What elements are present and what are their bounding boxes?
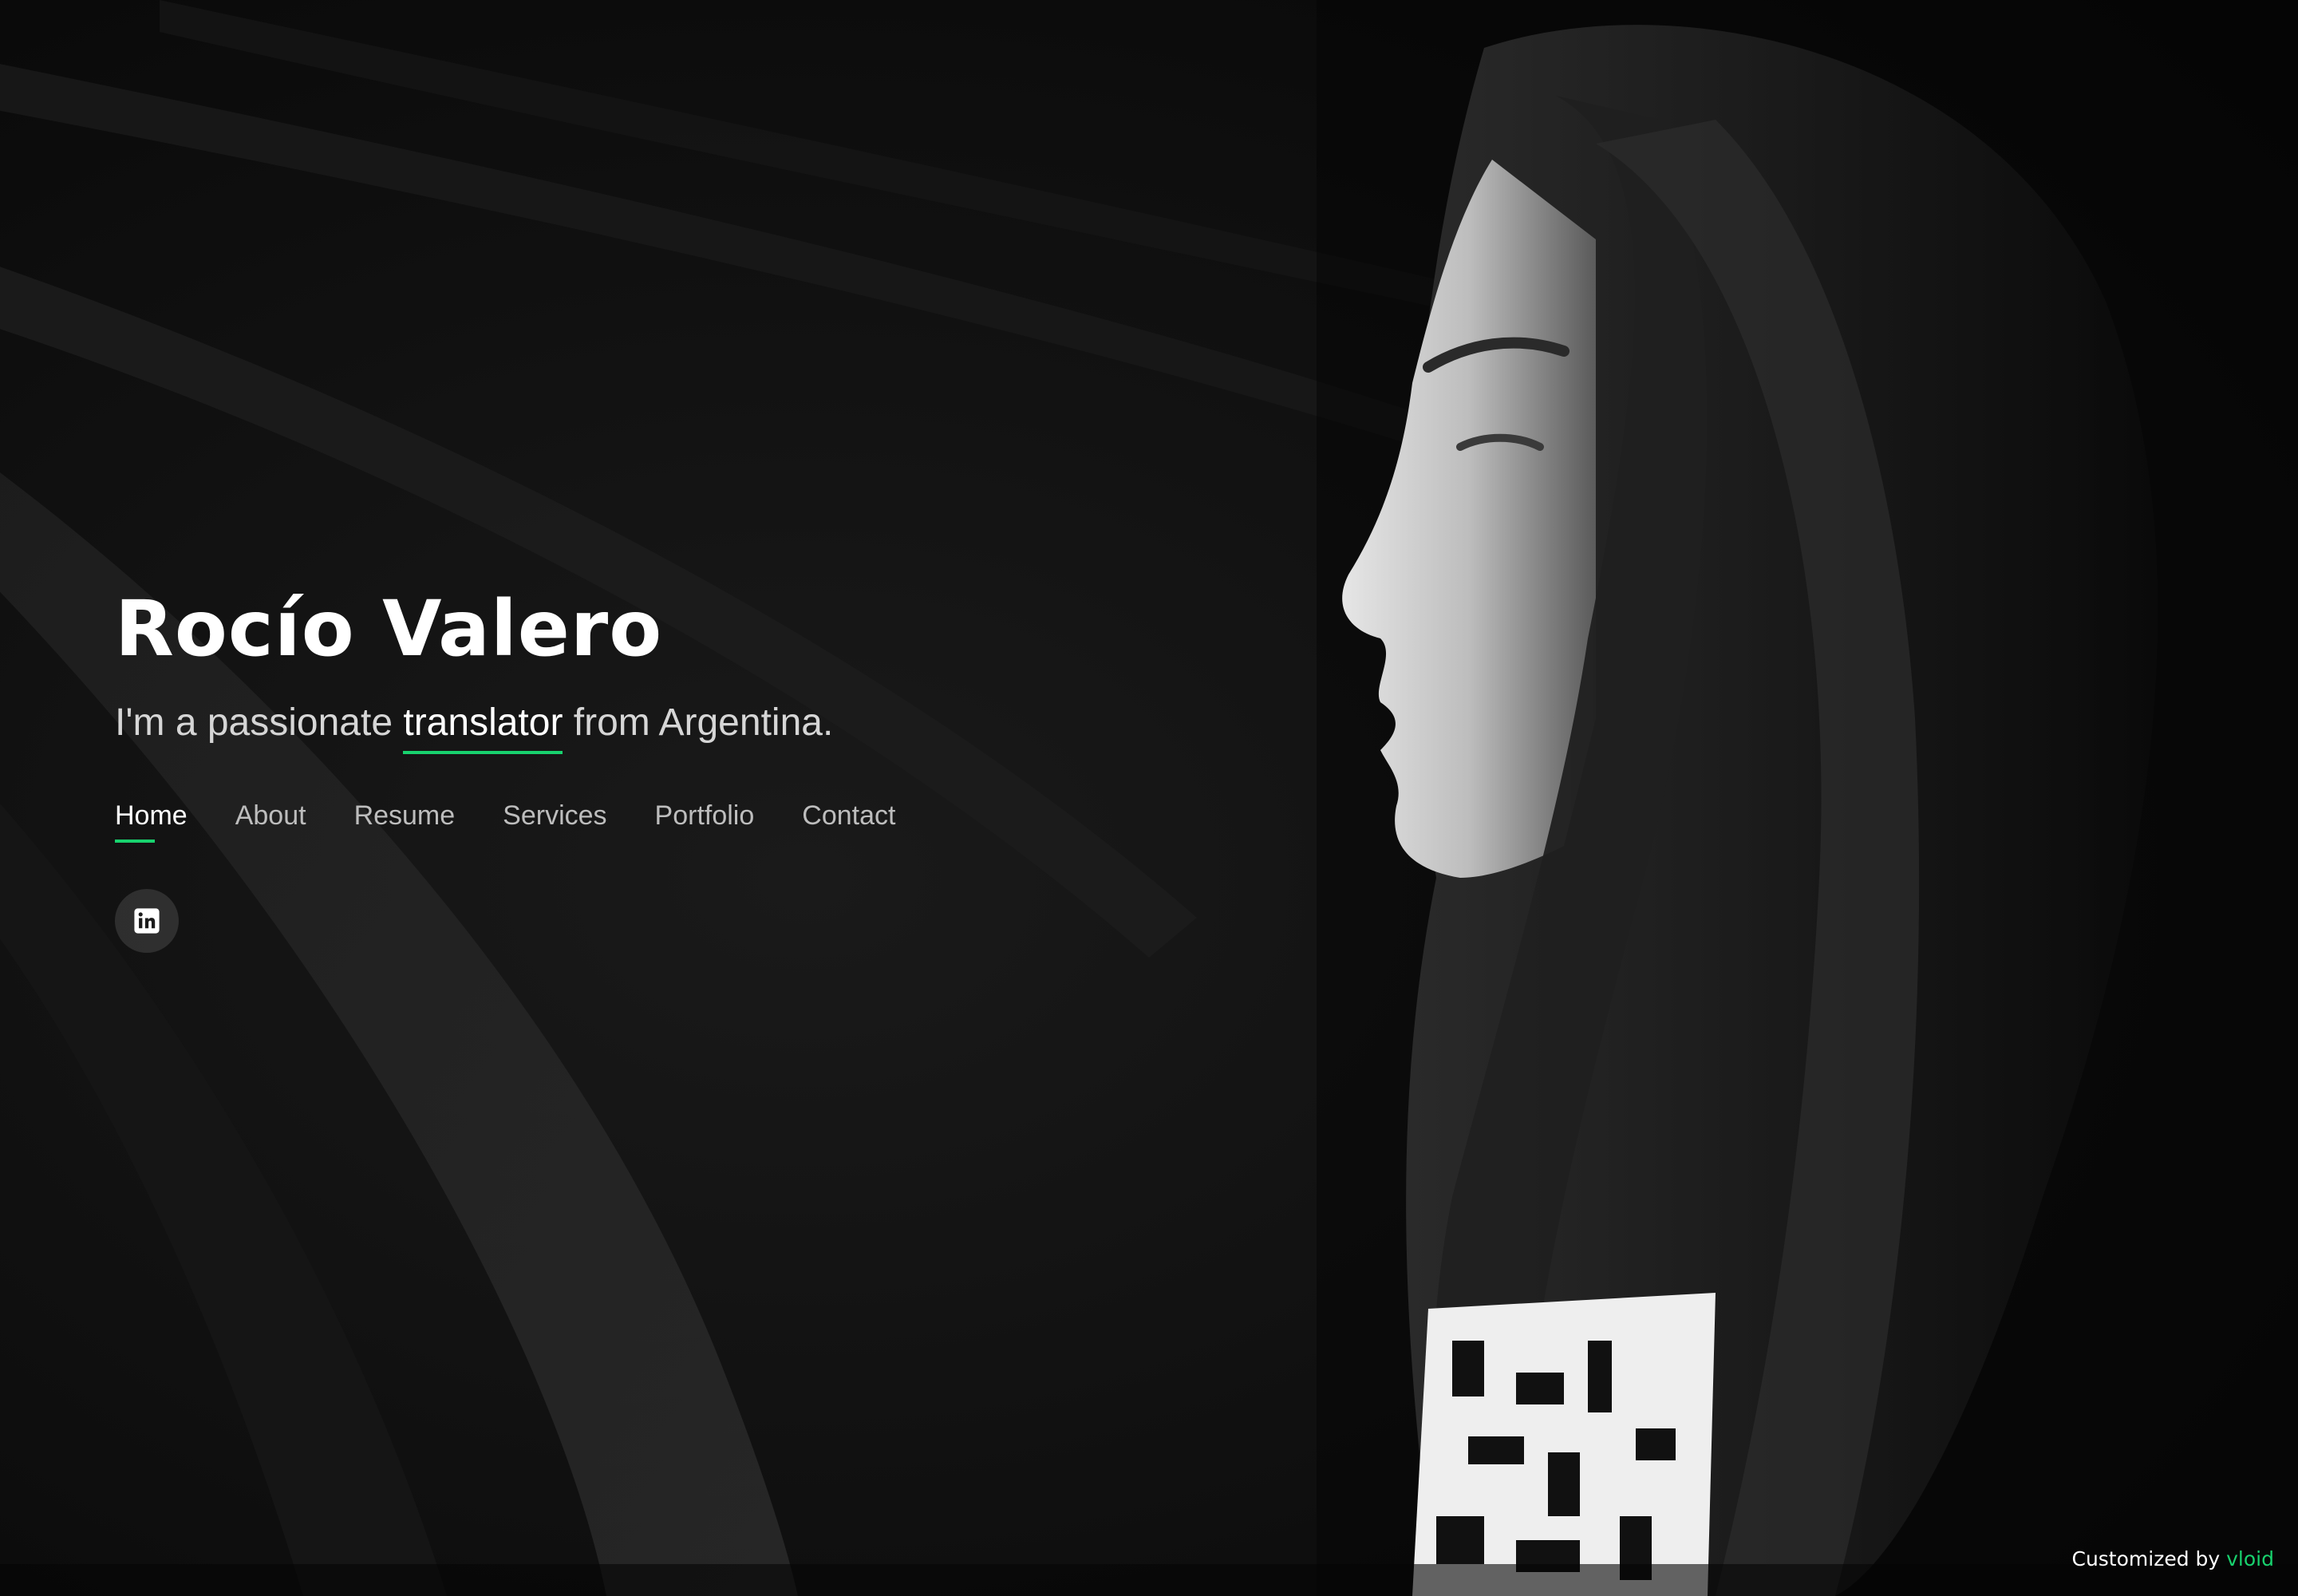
hero-tagline: I'm a passionate translator from Argenti… — [115, 701, 943, 754]
nav-item-resume[interactable]: Resume — [354, 800, 456, 843]
tagline-typed-word: translator — [403, 701, 563, 754]
hero-content: Rocío Valero I'm a passionate translator… — [115, 591, 943, 953]
hero-name: Rocío Valero — [115, 584, 663, 674]
nav-item-home[interactable]: Home — [115, 800, 188, 843]
credit-link[interactable]: vloid — [2226, 1547, 2274, 1570]
hero-section: Rocío Valero I'm a passionate translator… — [0, 0, 2298, 1596]
social-links — [115, 889, 943, 953]
nav-item-about[interactable]: About — [235, 800, 306, 843]
nav-item-services[interactable]: Services — [503, 800, 606, 843]
nav-item-contact[interactable]: Contact — [802, 800, 895, 843]
tagline-suffix: from Argentina. — [563, 701, 834, 744]
linkedin-icon — [134, 908, 160, 934]
main-nav: Home About Resume Services Portfolio Con… — [115, 800, 943, 843]
tagline-prefix: I'm a passionate — [115, 701, 404, 744]
credit-text: Customized by — [2071, 1547, 2227, 1570]
footer-credit: Customized by vloid — [2071, 1547, 2274, 1570]
linkedin-button[interactable] — [115, 889, 179, 953]
nav-item-portfolio[interactable]: Portfolio — [655, 800, 755, 843]
